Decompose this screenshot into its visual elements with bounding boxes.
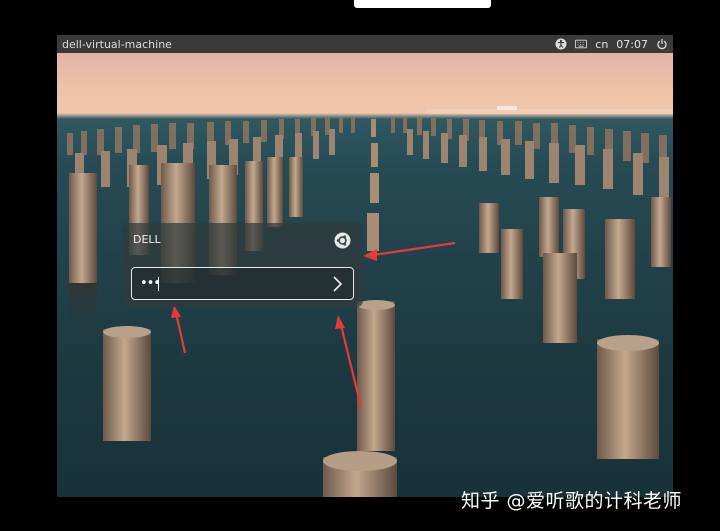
keyboard-layout-label[interactable]: cn	[595, 38, 608, 51]
chevron-right-icon[interactable]	[330, 275, 346, 293]
password-value: •••	[140, 276, 161, 291]
password-input[interactable]: •••	[131, 267, 354, 300]
clock-label[interactable]: 07:07	[616, 38, 648, 51]
keyboard-icon[interactable]	[575, 38, 588, 50]
system-tray: cn 07:07	[555, 38, 668, 51]
watermark-text: 知乎 @爱听歌的计科老师	[461, 490, 683, 512]
top-panel: dell-virtual-machine cn 07:07	[57, 35, 673, 53]
vm-screen: dell-virtual-machine cn 07:07 DELL •••	[57, 35, 673, 497]
text-caret	[158, 277, 159, 291]
top-notch	[354, 0, 491, 8]
power-icon[interactable]	[656, 38, 668, 50]
accessibility-icon[interactable]	[555, 38, 567, 50]
ubuntu-session-icon[interactable]	[334, 232, 351, 249]
hostname-label: dell-virtual-machine	[62, 37, 172, 51]
username-label[interactable]: DELL	[133, 233, 161, 246]
